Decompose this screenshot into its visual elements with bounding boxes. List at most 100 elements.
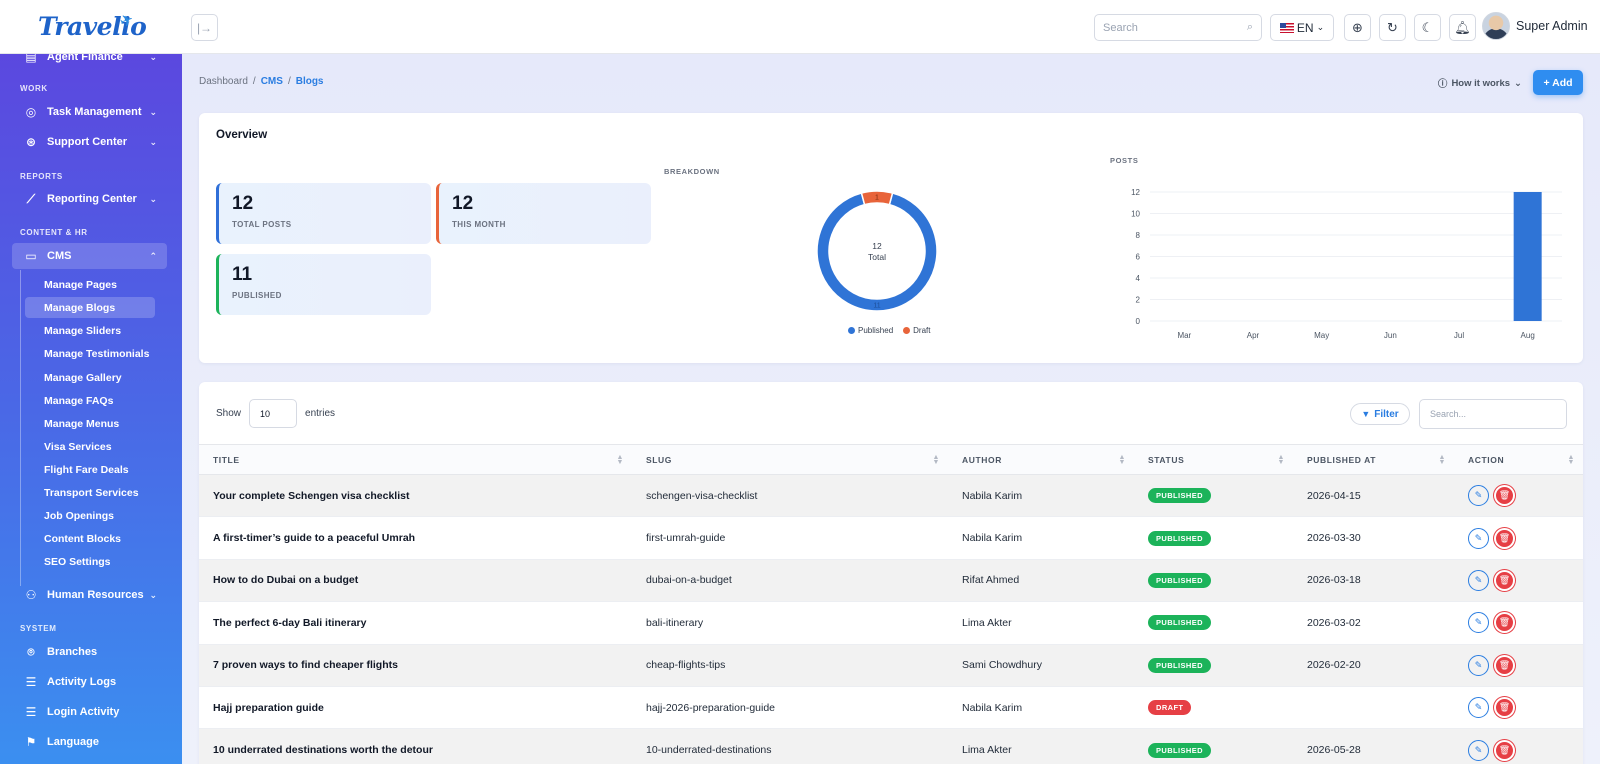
bar-aug[interactable] [1513, 192, 1542, 321]
table-row[interactable]: Hajj preparation guide hajj-2026-preparat… [199, 686, 1583, 730]
table-row[interactable]: Your complete Schengen visa checklist sch… [199, 474, 1583, 518]
delete-button[interactable]: 🗑︎ [1496, 699, 1513, 717]
donut-slice-value: 11 [873, 303, 880, 310]
check-circle-icon: ◎ [25, 105, 37, 119]
user-name: Super Admin [1516, 19, 1588, 33]
sidebar-item-login-activity[interactable]: ☰ Login Activity [12, 699, 167, 725]
delete-button[interactable]: 🗑︎ [1496, 529, 1513, 547]
sidebar-item-cms[interactable]: ▭ CMS ⌃ [12, 243, 167, 269]
column-header[interactable]: ACTION ▲ ▼ [1454, 444, 1583, 475]
status-badge: PUBLISHED [1148, 572, 1211, 588]
cell-author: Lima Akter [948, 601, 1134, 645]
submenu-manage-testimonials[interactable]: Manage Testimonials [25, 343, 155, 364]
table-search-input[interactable]: Search... [1419, 399, 1567, 429]
add-button[interactable]: + Add [1533, 70, 1583, 95]
entries-select[interactable]: 10 [249, 399, 298, 428]
edit-button[interactable]: ✎ [1468, 654, 1489, 676]
submenu-job-openings[interactable]: Job Openings [25, 505, 155, 526]
sidebar-item-activity-logs[interactable]: ☰ Activity Logs [12, 669, 167, 695]
edit-button[interactable]: ✎ [1468, 612, 1489, 634]
submenu-guide-line [20, 270, 21, 586]
delete-button[interactable]: 🗑︎ [1496, 571, 1513, 589]
legend-item-published[interactable]: Published [848, 326, 893, 335]
sidebar-item-branches[interactable]: ⌾ Branches [12, 639, 167, 665]
edit-icon: ✎ [1474, 617, 1483, 628]
delete-button[interactable]: 🗑︎ [1496, 614, 1513, 632]
breakdown-label: BREAKDOWN [664, 167, 720, 176]
delete-button[interactable]: 🗑︎ [1496, 741, 1513, 759]
column-header[interactable]: TITLE ▲ ▼ [199, 444, 632, 475]
submenu-manage-blogs[interactable]: Manage Blogs [25, 297, 155, 318]
x-tick-label: Aug [1521, 331, 1535, 340]
table-row[interactable]: A first-timer’s guide to a peaceful Umra… [199, 516, 1583, 560]
breadcrumb-separator: / [287, 76, 291, 87]
column-header[interactable]: PUBLISHED AT ▲ ▼ [1293, 444, 1454, 475]
table-row[interactable]: 10 underrated destinations worth the det… [199, 728, 1583, 764]
submenu-manage-gallery[interactable]: Manage Gallery [25, 367, 155, 388]
column-header[interactable]: SLUG ▲ ▼ [632, 444, 948, 475]
column-header[interactable]: AUTHOR ▲ ▼ [948, 444, 1134, 475]
sidebar: ▤ Agent Finance ⌄ WORK ◎ Task Management… [0, 54, 182, 764]
edit-button[interactable]: ✎ [1468, 739, 1489, 761]
column-header[interactable]: STATUS ▲ ▼ [1134, 444, 1293, 475]
delete-button[interactable]: 🗑︎ [1496, 487, 1513, 505]
table-row[interactable]: How to do Dubai on a budget dubai-on-a-bu… [199, 559, 1583, 603]
sidebar-item-human-resources[interactable]: ⚇ Human Resources ⌄ [12, 582, 167, 608]
x-tick-label: Jul [1454, 331, 1464, 340]
show-label: Show [216, 408, 242, 419]
user-menu[interactable]: Super Admin [1482, 12, 1588, 40]
submenu-manage-sliders[interactable]: Manage Sliders [25, 320, 155, 341]
breadcrumb-cms[interactable]: CMS [261, 76, 283, 87]
cell-published-at: 2026-03-18 [1293, 559, 1454, 603]
submenu-visa-services[interactable]: Visa Services [25, 436, 155, 457]
sidebar-item-language[interactable]: ⚑ Language [12, 729, 167, 755]
sidebar-item-agent-finance[interactable]: ▤ Agent Finance ⌄ [12, 54, 167, 70]
finance-icon: ▤ [25, 54, 37, 64]
cell-actions: ✎ 🗑︎ [1454, 474, 1583, 518]
trend-icon: ⟋ [26, 191, 36, 206]
notifications-button[interactable]: 🔔︎ [1449, 14, 1476, 41]
how-it-works-button[interactable]: ⓘ How it works ⌄ [1438, 76, 1522, 91]
legend-item-draft[interactable]: Draft [903, 326, 930, 335]
trash-icon: 🗑︎ [1498, 490, 1511, 501]
language-selector[interactable]: EN ⌄ [1270, 14, 1334, 41]
cell-status: PUBLISHED [1134, 516, 1293, 560]
status-badge: PUBLISHED [1148, 657, 1211, 673]
submenu-seo-settings[interactable]: SEO Settings [25, 551, 155, 572]
submenu-manage-menus[interactable]: Manage Menus [25, 413, 155, 434]
chevron-down-icon: ⌄ [149, 136, 157, 147]
sidebar-item-task-management[interactable]: ◎ Task Management ⌄ [12, 99, 167, 125]
status-badge: DRAFT [1148, 700, 1192, 716]
submenu-manage-faqs[interactable]: Manage FAQs [25, 390, 155, 411]
table-row[interactable]: The perfect 6-day Bali itinerary bali-iti… [199, 601, 1583, 645]
refresh-button[interactable]: ↻ [1379, 14, 1406, 41]
sidebar-item-reporting-center[interactable]: ⟋ Reporting Center ⌄ [12, 186, 167, 212]
submenu-flight-fare-deals[interactable]: Flight Fare Deals [25, 459, 155, 480]
edit-button[interactable]: ✎ [1468, 485, 1489, 507]
flag-icon: ⚑ [25, 735, 37, 749]
refresh-icon: ↻ [1387, 19, 1398, 35]
global-search-input[interactable]: Search ⌕ [1094, 14, 1262, 41]
filter-icon: ▼ [1361, 409, 1371, 419]
cell-status: PUBLISHED [1134, 644, 1293, 687]
breadcrumb-dashboard[interactable]: Dashboard [199, 76, 248, 87]
sidebar-item-support-center[interactable]: ⊛ Support Center ⌄ [12, 129, 167, 155]
table-row[interactable]: 7 proven ways to find cheaper flights che… [199, 644, 1583, 687]
y-tick-label: 6 [1136, 253, 1141, 262]
cell-title: The perfect 6-day Bali itinerary [199, 601, 632, 645]
submenu-manage-pages[interactable]: Manage Pages [25, 274, 155, 295]
dark-mode-button[interactable]: ☾ [1414, 14, 1441, 41]
edit-button[interactable]: ✎ [1468, 569, 1489, 591]
moon-icon: ☾ [1421, 19, 1434, 35]
submenu-content-blocks[interactable]: Content Blocks [25, 528, 155, 549]
sidebar-collapse-button[interactable]: |→ [191, 14, 218, 41]
cell-slug: cheap-flights-tips [632, 644, 948, 687]
delete-button[interactable]: 🗑︎ [1496, 656, 1513, 674]
table-header-row: TITLE ▲ ▼ SLUG ▲ ▼ AUTHOR ▲ ▼ STATUS ▲ ▼ PUBLISHED A… [199, 444, 1583, 475]
edit-button[interactable]: ✎ [1468, 527, 1489, 549]
filter-button[interactable]: ▼ Filter [1350, 403, 1410, 425]
edit-button[interactable]: ✎ [1468, 697, 1489, 719]
submenu-transport-services[interactable]: Transport Services [25, 482, 155, 503]
globe-button[interactable]: ⊕ [1344, 14, 1371, 41]
breadcrumb: Dashboard / CMS / Blogs [199, 76, 324, 87]
